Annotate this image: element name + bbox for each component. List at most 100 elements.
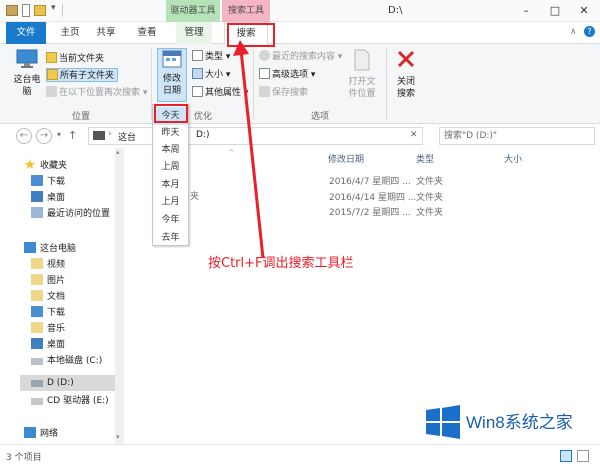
navigation-scrollbar[interactable]: ▴ ▾: [115, 148, 124, 444]
nav-recent-places[interactable]: 最近访问的位置: [31, 206, 110, 222]
scroll-down-icon[interactable]: ▾: [116, 433, 120, 441]
navigation-pane: 收藏夹 下载 桌面 最近访问的位置 这台电脑 视频 图片 文档 下载 音乐 桌面…: [0, 148, 115, 444]
tab-manage[interactable]: 管理: [176, 22, 212, 44]
recent-locations-icon[interactable]: ▾: [57, 130, 61, 139]
annotation-arrow: [233, 40, 265, 259]
subfolders-icon: [47, 69, 58, 80]
new-folder-icon[interactable]: [34, 5, 46, 16]
ribbon: 这台电脑 当前文件夹 所有子文件夹 在以下位置再次搜索 ▾ 位置 修改日期 类型…: [0, 44, 600, 124]
divider: [386, 48, 387, 120]
all-subfolders-button[interactable]: 所有子文件夹: [46, 68, 119, 82]
date-modified-menu: 今天 昨天 本周 上周 本月 上月 今年 去年: [152, 104, 189, 246]
close-search-button[interactable]: 关闭搜索: [391, 48, 421, 100]
windows-logo-icon: [426, 405, 460, 439]
minimize-button[interactable]: –: [512, 3, 540, 19]
column-type[interactable]: 类型: [416, 152, 434, 168]
this-pc-label: 这台电脑: [13, 75, 41, 97]
menu-item-this-year[interactable]: 今年: [153, 211, 188, 229]
file-date: 2016/4/14 星期四 ...: [329, 193, 417, 203]
nav-downloads[interactable]: 下载: [31, 174, 65, 190]
customize-quick-access-icon[interactable]: ▾: [51, 3, 56, 13]
forward-button[interactable]: →: [36, 128, 52, 144]
nav-documents[interactable]: 文档: [31, 289, 65, 305]
menu-item-last-year[interactable]: 去年: [153, 229, 188, 247]
file-name-tail[interactable]: 夹: [190, 190, 199, 204]
search-again-button[interactable]: 在以下位置再次搜索 ▾: [46, 86, 147, 100]
nav-pictures[interactable]: 图片: [31, 273, 65, 289]
breadcrumb-separator-icon: ›: [108, 129, 112, 139]
refine-group-label: 优化: [193, 112, 212, 122]
title-bar: ▾ 驱动器工具 搜索工具 D:\ – □ ✕: [0, 0, 600, 22]
divider: [62, 3, 63, 17]
network-icon: [24, 427, 36, 438]
nav-this-pc[interactable]: 这台电脑: [24, 241, 76, 257]
nav-d-drive[interactable]: D (D:): [20, 375, 115, 391]
computer-icon: [24, 242, 36, 253]
kind-button[interactable]: 类型 ▾: [192, 50, 230, 64]
file-type: 文件夹: [416, 177, 444, 187]
size-icon: [192, 68, 203, 79]
column-size[interactable]: 大小: [504, 152, 522, 168]
tab-home[interactable]: 主页: [54, 22, 86, 44]
nav-network[interactable]: 网络: [24, 426, 58, 442]
folder-icon: [46, 52, 57, 63]
close-search-icon: [397, 50, 415, 68]
tab-file[interactable]: 文件: [6, 22, 46, 44]
menu-item-this-week[interactable]: 本周: [153, 141, 188, 159]
tab-view[interactable]: 查看: [130, 22, 164, 44]
file-date: 2016/4/7 星期四 ...: [329, 177, 411, 187]
this-pc-button[interactable]: 这台电脑: [10, 48, 44, 98]
back-button[interactable]: ←: [16, 128, 32, 144]
breadcrumb-this-pc[interactable]: 这台: [118, 130, 136, 143]
open-file-location-label: 打开文件位置: [348, 77, 376, 99]
recent-searches-button[interactable]: 最近的搜索内容 ▾: [259, 50, 342, 64]
downloads-icon: [31, 306, 43, 317]
maximize-button[interactable]: □: [541, 3, 569, 19]
up-arrow-icon[interactable]: ↑: [68, 129, 77, 142]
file-list: ^ 修改日期 类型 大小 夹 2016/4/7 星期四 ... 文件夹 2016…: [124, 148, 600, 444]
file-type: 文件夹: [416, 193, 444, 203]
nav-favorites[interactable]: 收藏夹: [24, 158, 67, 174]
nav-downloads-pc[interactable]: 下载: [31, 305, 65, 321]
ribbon-tabs: 文件 主页 共享 查看 管理 搜索 ∧ ?: [0, 22, 600, 45]
chevron-up-icon[interactable]: ∧: [570, 27, 577, 37]
size-button[interactable]: 大小 ▾: [192, 68, 230, 82]
annotation-text: 按Ctrl+F调出搜索工具栏: [208, 256, 354, 271]
item-count: 3 个项目: [6, 453, 42, 463]
nav-local-disk-c[interactable]: 本地磁盘 (C:): [31, 353, 102, 369]
properties-icon: [192, 86, 203, 97]
search-input[interactable]: 搜索"D (D:)": [439, 127, 595, 145]
help-icon[interactable]: ?: [584, 26, 595, 37]
tab-share[interactable]: 共享: [90, 22, 122, 44]
calendar-icon: [162, 50, 182, 68]
large-icons-view-icon[interactable]: [577, 450, 589, 462]
watermark: Win8系统之家: [466, 413, 573, 432]
menu-item-this-month[interactable]: 本月: [153, 176, 188, 194]
nav-cd-drive[interactable]: CD 驱动器 (E:): [31, 393, 109, 409]
date-modified-button[interactable]: 修改日期: [157, 48, 187, 102]
drive-icon: [31, 380, 43, 387]
menu-item-last-month[interactable]: 上月: [153, 193, 188, 211]
close-window-button[interactable]: ✕: [570, 3, 598, 19]
nav-videos[interactable]: 视频: [31, 257, 65, 273]
details-view-icon[interactable]: [560, 450, 572, 462]
close-icon[interactable]: ✕: [410, 130, 418, 140]
properties-icon[interactable]: [22, 4, 30, 17]
breadcrumb-d-drive[interactable]: D:): [196, 130, 209, 140]
nav-music[interactable]: 音乐: [31, 321, 65, 337]
open-file-location-button[interactable]: 打开文件位置: [342, 48, 382, 100]
drive-tools-header: 驱动器工具: [166, 0, 220, 22]
computer-icon: [93, 131, 105, 140]
nav-desktop[interactable]: 桌面: [31, 190, 65, 206]
search-again-icon: [46, 86, 57, 97]
scroll-up-icon[interactable]: ▴: [116, 148, 120, 156]
nav-desktop-pc[interactable]: 桌面: [31, 337, 65, 353]
column-date-modified[interactable]: 修改日期: [328, 152, 364, 168]
menu-item-last-week[interactable]: 上周: [153, 158, 188, 176]
videos-icon: [31, 258, 43, 269]
menu-item-yesterday[interactable]: 昨天: [153, 124, 188, 142]
current-folder-button[interactable]: 当前文件夹: [46, 52, 104, 66]
file-type: 文件夹: [416, 208, 444, 218]
star-icon: [24, 159, 36, 170]
date-modified-label: 修改日期: [162, 74, 181, 96]
